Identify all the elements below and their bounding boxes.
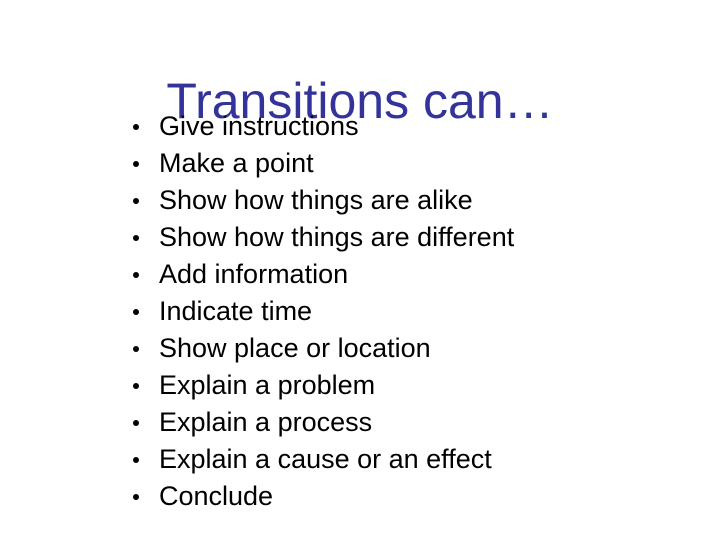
list-item: Show place or location [131,330,691,367]
bullet-dot-icon [133,345,139,352]
list-item: Explain a problem [131,367,691,404]
list-item-label: Show place or location [159,333,431,363]
list-item-label: Explain a problem [159,370,376,400]
list-item: Show how things are different [131,219,691,256]
list-item: Show how things are alike [131,182,691,219]
bullet-list: Give instructions Make a point Show how … [131,108,691,515]
bullet-dot-icon [133,271,139,278]
list-item: Indicate time [131,293,691,330]
list-item-label: Indicate time [159,296,313,326]
list-item: Explain a process [131,404,691,441]
bullet-dot-icon [133,160,139,167]
bullet-dot-icon [133,234,139,241]
list-item: Give instructions [131,108,691,145]
bullet-dot-icon [133,197,139,204]
bullet-dot-icon [133,382,139,389]
list-item: Explain a cause or an effect [131,441,691,478]
bullet-dot-icon [133,123,139,130]
bullet-dot-icon [133,419,139,426]
list-item-label: Explain a process [159,407,373,437]
list-item: Conclude [131,478,691,515]
bullet-dot-icon [133,456,139,463]
list-item-label: Conclude [159,481,274,511]
list-item: Add information [131,256,691,293]
list-item-label: Show how things are different [159,222,515,252]
list-item: Make a point [131,145,691,182]
list-item-label: Make a point [159,148,314,178]
list-item-label: Show how things are alike [159,185,473,215]
bullet-dot-icon [133,308,139,315]
list-item-label: Add information [159,259,349,289]
bullet-dot-icon [133,493,139,500]
presentation-slide: Transitions can… Give instructions Make … [0,0,720,540]
list-item-label: Give instructions [159,111,359,141]
list-item-label: Explain a cause or an effect [159,444,492,474]
